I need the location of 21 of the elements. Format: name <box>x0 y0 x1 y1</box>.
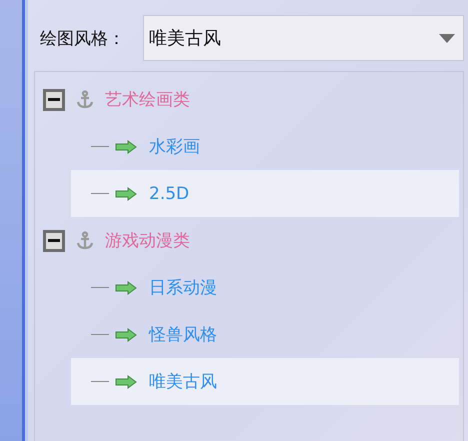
anchor-icon <box>75 90 95 110</box>
tree-item[interactable]: 2.5D <box>149 184 190 204</box>
field-label: 绘图风格： <box>39 28 126 50</box>
tree-group[interactable]: 艺术绘画类 <box>105 88 190 111</box>
arrow-icon <box>115 280 137 294</box>
arrow-icon <box>115 328 137 342</box>
arrow-icon <box>115 374 137 388</box>
collapse-toggle[interactable] <box>43 88 65 110</box>
tree-item-highlight[interactable]: 唯美古风 <box>71 358 459 405</box>
tree-item-highlight[interactable]: 2.5D <box>71 170 459 217</box>
tree-group[interactable]: 游戏动漫类 <box>105 229 190 252</box>
collapse-toggle[interactable] <box>43 230 65 252</box>
arrow-icon <box>115 140 137 154</box>
style-dropdown[interactable]: 唯美古风 <box>143 15 464 61</box>
anchor-icon <box>75 230 95 250</box>
tree-item[interactable]: 水彩画 <box>149 135 200 158</box>
tree-item[interactable]: 怪兽风格 <box>149 323 217 346</box>
tree-item[interactable]: 唯美古风 <box>149 370 217 393</box>
dropdown-caret-icon <box>439 34 455 42</box>
tree-item[interactable]: 日系动漫 <box>149 276 217 299</box>
arrow-icon <box>115 186 137 200</box>
